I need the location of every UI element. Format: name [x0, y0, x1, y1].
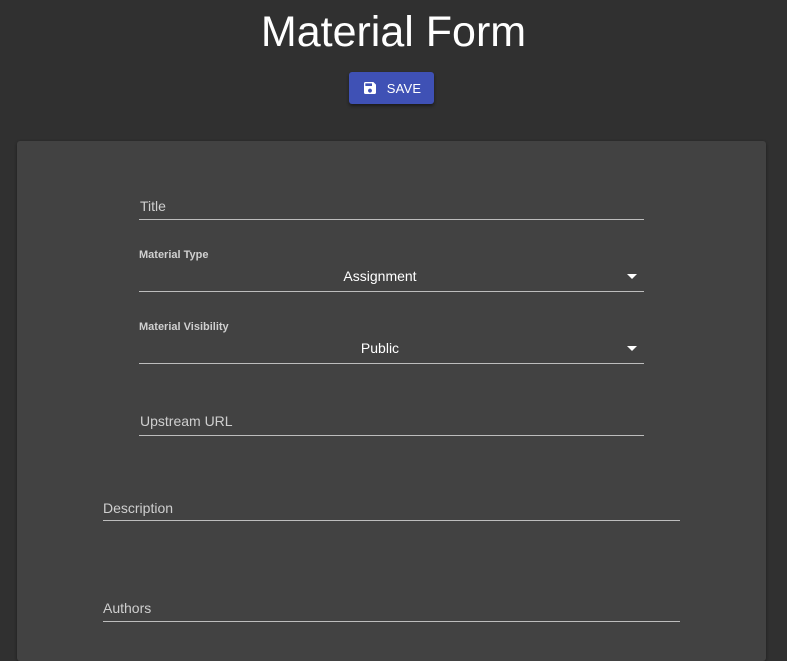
- dropdown-arrow-icon: [627, 346, 637, 351]
- upstream-url-placeholder: Upstream URL: [140, 413, 233, 429]
- material-visibility-label: Material Visibility: [139, 321, 229, 333]
- dropdown-arrow-icon: [627, 274, 637, 279]
- material-visibility-select[interactable]: Material Visibility Public: [139, 319, 644, 364]
- material-type-value: Assignment: [343, 268, 417, 284]
- description-placeholder: Description: [103, 500, 174, 516]
- title-field[interactable]: Title: [139, 195, 644, 220]
- form-card: Title Material Type Assignment Material …: [17, 141, 766, 661]
- description-field[interactable]: Description: [103, 497, 680, 521]
- page-title: Material Form: [260, 8, 527, 56]
- floppy-disk-icon: [363, 82, 376, 94]
- material-type-select[interactable]: Material Type Assignment: [139, 247, 644, 292]
- authors-placeholder: Authors: [103, 600, 152, 616]
- save-button-label: SAVE: [386, 80, 422, 96]
- material-visibility-value: Public: [360, 340, 400, 356]
- upstream-url-field[interactable]: Upstream URL: [139, 410, 644, 436]
- material-type-label: Material Type: [139, 249, 209, 261]
- title-placeholder: Title: [140, 198, 166, 214]
- save-button[interactable]: SAVE: [349, 72, 434, 104]
- authors-field[interactable]: Authors: [103, 597, 680, 622]
